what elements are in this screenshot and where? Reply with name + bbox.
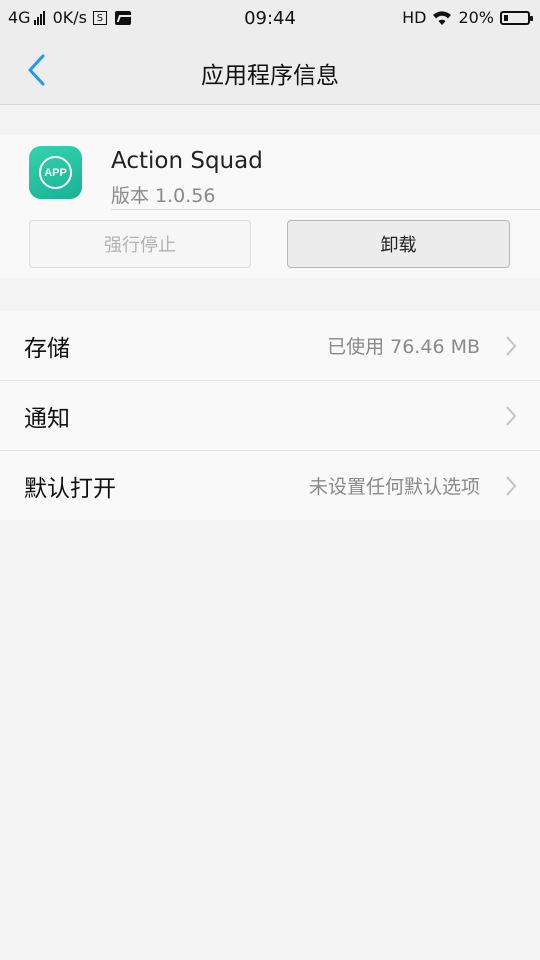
- force-stop-button[interactable]: 强行停止: [29, 220, 251, 268]
- chevron-right-icon: [506, 476, 517, 496]
- chevron-right-icon: [506, 406, 517, 426]
- app-icon-ring: APP: [39, 156, 72, 189]
- page-title: 应用程序信息: [201, 63, 339, 89]
- wifi-icon: [433, 10, 452, 25]
- chevron-right-icon: [506, 336, 517, 356]
- uninstall-button[interactable]: 卸载: [287, 220, 510, 268]
- battery-icon: [500, 10, 533, 25]
- battery-percent: 20%: [458, 8, 494, 27]
- app-name: Action Squad: [111, 148, 263, 174]
- default-open-value: 未设置任何默认选项: [308, 476, 480, 498]
- hd-indicator: HD: [402, 8, 427, 27]
- status-right: HD 20%: [402, 8, 533, 27]
- notification-row[interactable]: 通知: [0, 380, 540, 450]
- app-icon: APP: [29, 146, 82, 199]
- storage-label: 存储: [24, 335, 70, 362]
- storage-row[interactable]: 存储 已使用 76.46 MB: [0, 311, 540, 380]
- divider: [111, 209, 540, 210]
- app-version: 版本 1.0.56: [111, 185, 216, 207]
- app-info-card: APP Action Squad 版本 1.0.56 强行停止 卸载: [0, 135, 540, 278]
- settings-list: 存储 已使用 76.46 MB 通知 默认打开 未设置任何默认选项: [0, 311, 540, 520]
- status-bar: 4G 0K/s S 09:44 HD 20%: [0, 0, 540, 36]
- default-open-row[interactable]: 默认打开 未设置任何默认选项: [0, 450, 540, 520]
- app-icon-text: APP: [44, 166, 67, 179]
- default-open-label: 默认打开: [24, 475, 116, 502]
- app-header: 应用程序信息: [0, 36, 540, 105]
- storage-value: 已使用 76.46 MB: [327, 336, 480, 358]
- notification-label: 通知: [24, 405, 70, 432]
- battery-level-fill: [504, 14, 509, 21]
